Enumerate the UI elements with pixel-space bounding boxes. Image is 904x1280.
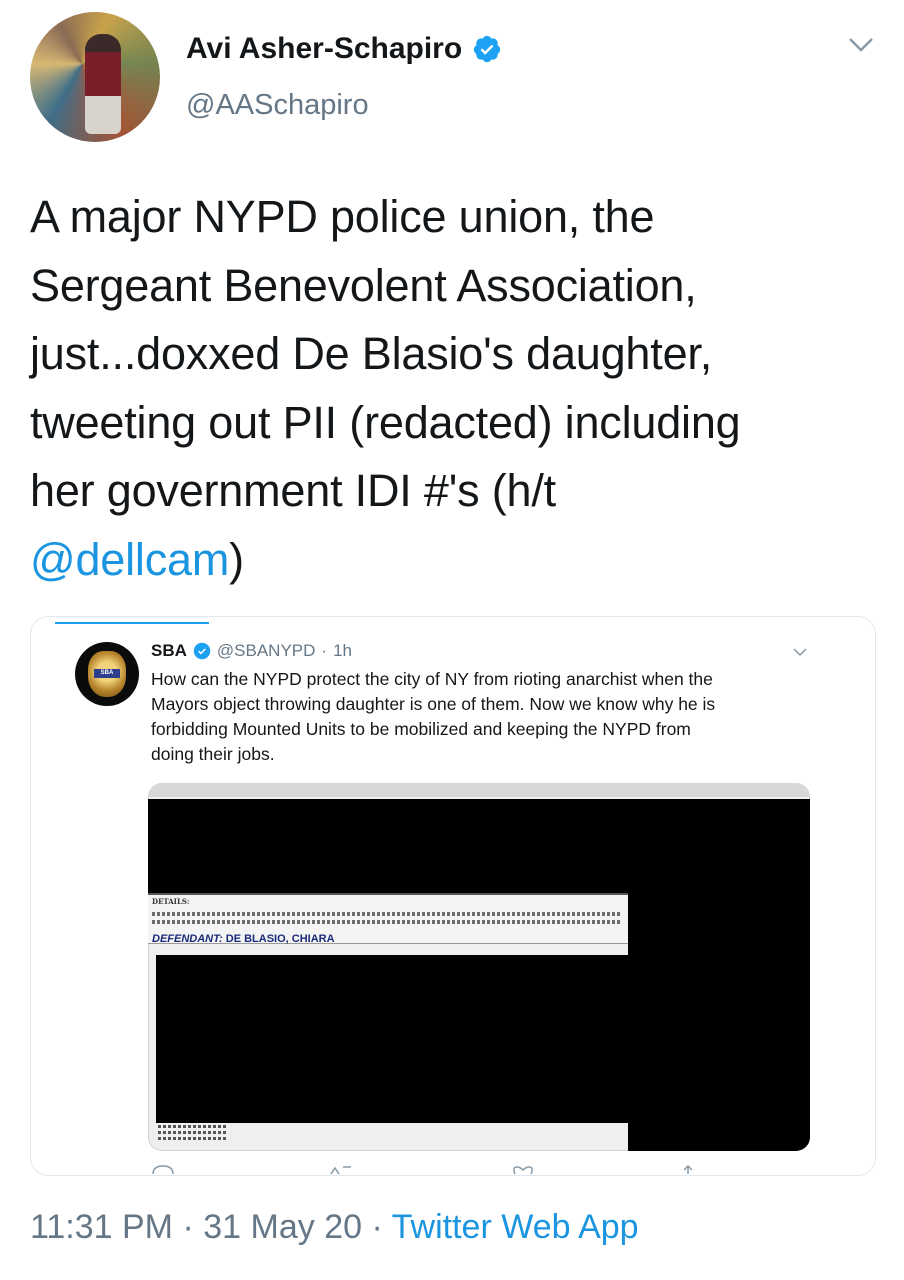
document-toolbar [148, 783, 810, 797]
fine-print-footer [158, 1125, 228, 1143]
chevron-down-icon [793, 648, 807, 657]
details-label: DETAILS: [152, 897, 190, 906]
tweet-closing: ) [229, 533, 244, 585]
tweet-line: just...doxxed De Blasio's daughter, [30, 328, 712, 379]
police-badge-icon: SBA [88, 651, 126, 697]
quoted-line: forbidding Mounted Units to be mobilized… [151, 719, 691, 739]
fine-print-line [152, 920, 622, 924]
meta-dot: · [182, 1208, 194, 1246]
avatar-photo-figure [85, 34, 121, 134]
verified-badge-icon [193, 642, 211, 660]
quoted-separator: · [321, 641, 328, 660]
embedded-tweet-image[interactable]: SBA SBA @SBANYPD · 1h How can the NYPD p… [30, 616, 876, 1176]
details-row: DETAILS: DEFENDANT: DE BLASIO, CHIARA [148, 893, 628, 945]
redacted-document: DETAILS: DEFENDANT: DE BLASIO, CHIARA [148, 783, 810, 1151]
author-name[interactable]: Avi Asher-Schapiro [186, 32, 462, 66]
quoted-time: 1h [333, 641, 353, 660]
quoted-line: Mayors object throwing daughter is one o… [151, 694, 716, 714]
defendant-value: DE BLASIO, CHIARA [225, 933, 335, 945]
quoted-line: How can the NYPD protect the city of NY … [151, 669, 713, 689]
quoted-line: doing their jobs. [151, 744, 275, 764]
tab-indicator [55, 622, 209, 624]
mention-link[interactable]: @dellcam [30, 534, 229, 585]
retweet-icon [330, 1166, 351, 1175]
badge-label: SBA [94, 669, 120, 678]
tweet-line-last: @dellcam) [30, 526, 890, 595]
tweet-text: A major NYPD police union, the Sergeant … [30, 183, 890, 594]
redaction-block [156, 955, 628, 1123]
defendant-line: DEFENDANT: DE BLASIO, CHIARA [152, 933, 335, 945]
chevron-down-icon[interactable] [848, 36, 874, 54]
tweet-source-link[interactable]: Twitter Web App [392, 1208, 639, 1246]
fine-print-line [152, 912, 622, 916]
defendant-label: DEFENDANT: [152, 933, 223, 945]
quoted-handle: @SBANYPD [216, 641, 316, 660]
reply-icon [152, 1165, 174, 1175]
tweet-line: her government IDI #'s (h/t [30, 465, 556, 516]
quoted-name: SBA [151, 641, 187, 660]
verified-badge-icon [474, 35, 501, 63]
redaction-block [628, 799, 810, 1151]
fine-print-line [158, 1137, 228, 1140]
tweet-line: tweeting out PII (redacted) including [30, 396, 741, 448]
like-icon [513, 1166, 533, 1175]
fine-print-line [158, 1131, 228, 1134]
tweet-line: A major NYPD police union, the [30, 191, 655, 242]
quoted-action-bar [151, 1165, 791, 1175]
tweet-meta: 11:31 PM · 31 May 20 · Twitter Web App [30, 1208, 639, 1247]
fine-print-line [158, 1125, 228, 1128]
author-handle[interactable]: @AASchapiro [186, 89, 369, 122]
quoted-body: How can the NYPD protect the city of NY … [151, 667, 811, 767]
share-icon [683, 1165, 693, 1174]
redaction-block [148, 799, 628, 893]
tweet-date[interactable]: 31 May 20 [203, 1208, 362, 1246]
author-name-row[interactable]: Avi Asher-Schapiro [186, 32, 502, 66]
tweet-time[interactable]: 11:31 PM [30, 1208, 173, 1246]
quoted-header: SBA @SBANYPD · 1h [151, 641, 352, 661]
author-avatar[interactable] [30, 12, 160, 142]
sba-avatar: SBA [75, 642, 139, 706]
meta-dot: · [371, 1208, 383, 1246]
tweet-line: Sergeant Benevolent Association, [30, 259, 697, 311]
